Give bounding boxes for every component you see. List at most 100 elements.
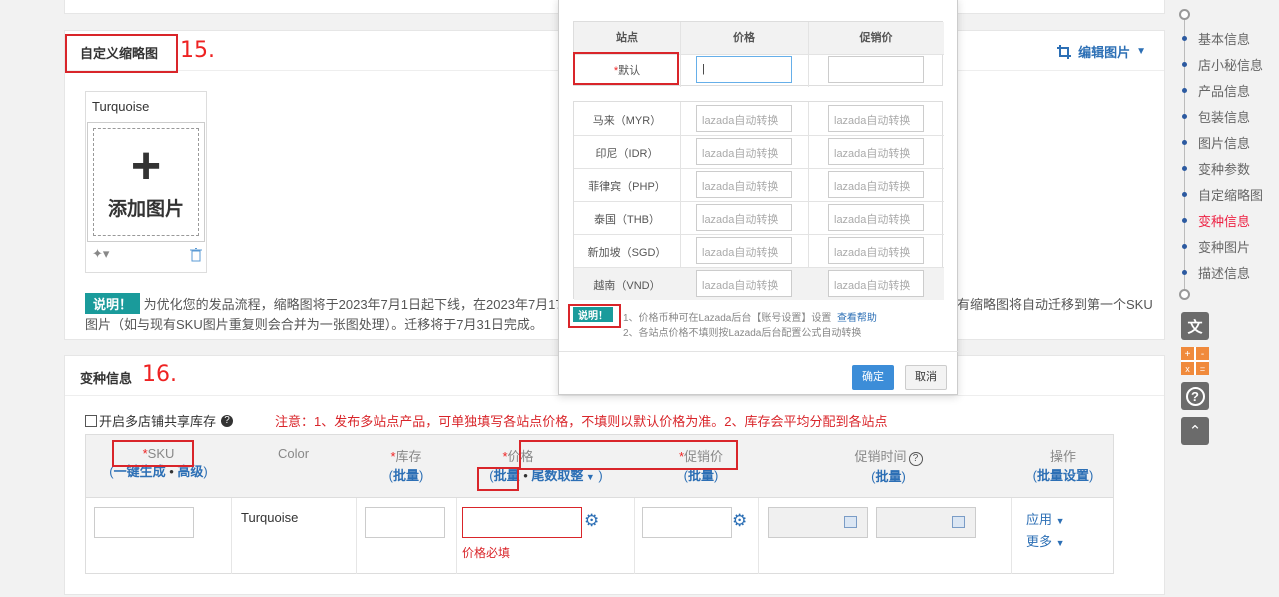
section-title: 变种信息 bbox=[80, 371, 133, 386]
nav-item[interactable]: 产品信息 bbox=[1182, 81, 1250, 100]
site-label: 泰国（THB） bbox=[594, 214, 660, 226]
note-text-left: 为优化您的发品流程，缩略图将于2023年7月1日起下线，在2023年7月17 bbox=[143, 297, 563, 312]
annotation-box bbox=[477, 467, 519, 491]
site-price-input[interactable]: lazada自动转换 bbox=[696, 138, 792, 165]
default-promo-input[interactable] bbox=[828, 56, 924, 83]
add-image-label: 添加图片 bbox=[107, 198, 184, 220]
site-label: 马来（MYR） bbox=[592, 115, 662, 127]
header-stock: *库存 (批量) bbox=[388, 449, 424, 483]
price-rounding-dropdown[interactable]: 尾数取整 bbox=[531, 468, 583, 483]
site-price-input[interactable]: lazada自动转换 bbox=[696, 105, 792, 132]
thumbnail-tile: Turquoise + 添加图片 ✦▾ bbox=[85, 91, 207, 273]
default-price-input[interactable]: | bbox=[696, 56, 792, 83]
tile-toolbar: ✦▾ bbox=[92, 246, 202, 266]
gear-icon[interactable]: ⚙ bbox=[584, 512, 599, 529]
multi-site-warning: 注意：1、发布多站点产品，可单独填写各站点价格，不填则以默认价格为准。2、库存会… bbox=[275, 414, 888, 429]
site-promo-input[interactable]: lazada自动转换 bbox=[828, 138, 924, 165]
stock-batch-link[interactable]: 批量 bbox=[393, 468, 419, 483]
annotation-box bbox=[568, 304, 621, 328]
tile-label: Turquoise bbox=[92, 99, 150, 114]
promo-time-batch-link[interactable]: 批量 bbox=[875, 469, 901, 484]
calculator-icon[interactable]: + - x = bbox=[1181, 347, 1209, 375]
add-image-button[interactable]: + 添加图片 bbox=[87, 122, 205, 242]
chevron-down-icon: ▼ bbox=[1136, 46, 1146, 57]
calendar-icon bbox=[844, 516, 857, 528]
svg-text:x: x bbox=[1185, 364, 1190, 374]
edit-image-dropdown[interactable]: 编辑图片 ▼ bbox=[1056, 42, 1146, 61]
header-operations: 操作 (批量设置) bbox=[1032, 449, 1094, 483]
scroll-to-top-icon[interactable]: ⌃ bbox=[1181, 417, 1209, 445]
chevron-down-icon: ▼ bbox=[583, 472, 595, 482]
note-tag: 说明！ bbox=[85, 293, 141, 314]
nav-top-circle bbox=[1179, 9, 1190, 20]
price-required-error: 价格必填 bbox=[462, 546, 511, 560]
svg-text:-: - bbox=[1201, 349, 1204, 360]
nav-item[interactable]: 描述信息 bbox=[1182, 263, 1250, 282]
chevron-down-icon: ▼ bbox=[1055, 538, 1065, 548]
promo-price-input[interactable] bbox=[642, 507, 732, 538]
promo-end-date[interactable] bbox=[876, 507, 976, 538]
plus-icon: + bbox=[130, 136, 162, 195]
site-promo-input[interactable]: lazada自动转换 bbox=[828, 270, 924, 297]
table-row: Turquoise ⚙ 价格必填 ⚙ 应用 ▼ 更多 ▼ bbox=[86, 498, 1113, 574]
note-text-right: 有缩略图将自动迁移到第一个SKU bbox=[957, 297, 1153, 312]
promo-batch-link[interactable]: 批量 bbox=[688, 468, 714, 483]
annotation-box bbox=[573, 52, 679, 85]
nav-item[interactable]: 变种参数 bbox=[1182, 159, 1250, 178]
translate-icon[interactable]: 文 bbox=[1181, 312, 1209, 340]
nav-item[interactable]: 图片信息 bbox=[1182, 133, 1250, 152]
site-price-input[interactable]: lazada自动转换 bbox=[696, 204, 792, 231]
help-icon[interactable]: ? bbox=[1181, 382, 1209, 410]
help-icon[interactable]: ? bbox=[221, 414, 234, 427]
col-promo: 促销价 bbox=[808, 22, 944, 54]
batch-settings-link[interactable]: 批量设置 bbox=[1037, 468, 1089, 483]
nav-item[interactable]: 自定缩略图 bbox=[1182, 185, 1263, 204]
gear-icon[interactable]: ⚙ bbox=[732, 512, 747, 529]
nav-item[interactable]: 基本信息 bbox=[1182, 29, 1250, 48]
site-label: 印尼（IDR） bbox=[595, 148, 659, 160]
site-price-input[interactable]: lazada自动转换 bbox=[696, 171, 792, 198]
site-label: 菲律宾（PHP） bbox=[588, 181, 666, 193]
multi-site-price-modal: 站点 价格 促销价 *默认 | 马来（MYR） lazada自动转换 lazad… bbox=[558, 0, 959, 395]
site-promo-input[interactable]: lazada自动转换 bbox=[828, 237, 924, 264]
migration-note-line2: 图片（如与现有SKU图片重复则会合并为一张图处理）。迁移将于7月31日完成。 bbox=[85, 317, 543, 332]
site-price-input[interactable]: lazada自动转换 bbox=[696, 270, 792, 297]
trash-icon[interactable] bbox=[190, 248, 202, 262]
modal-note-1: 1、价格币种可在Lazada后台【账号设置】设置 查看帮助 bbox=[623, 313, 877, 324]
site-label: 新加坡（SGD） bbox=[587, 247, 667, 259]
help-link[interactable]: 查看帮助 bbox=[837, 313, 877, 324]
apply-dropdown[interactable]: 应用 ▼ bbox=[1026, 509, 1065, 528]
site-price-input[interactable]: lazada自动转换 bbox=[696, 237, 792, 264]
calendar-icon bbox=[952, 516, 965, 528]
nav-item-active[interactable]: 变种信息 bbox=[1182, 211, 1250, 230]
site-promo-input[interactable]: lazada自动转换 bbox=[828, 171, 924, 198]
price-input[interactable] bbox=[462, 507, 582, 538]
confirm-button[interactable]: 确定 bbox=[852, 365, 894, 390]
header-promo-time: 促销时间? (批量) bbox=[766, 446, 1011, 485]
nav-item[interactable]: 店小秘信息 bbox=[1182, 55, 1263, 74]
share-stock-toggle[interactable]: 开启多店铺共享库存 ? bbox=[85, 411, 234, 430]
promo-start-date[interactable] bbox=[768, 507, 868, 538]
share-stock-checkbox[interactable] bbox=[85, 414, 97, 427]
nav-item[interactable]: 包装信息 bbox=[1182, 107, 1250, 126]
annotation-number: 15. bbox=[180, 38, 215, 63]
help-circle-icon[interactable]: ? bbox=[908, 452, 923, 466]
site-promo-input[interactable]: lazada自动转换 bbox=[828, 105, 924, 132]
annotation-box bbox=[519, 440, 738, 470]
header-color: Color bbox=[277, 446, 310, 461]
cancel-button[interactable]: 取消 bbox=[905, 365, 947, 390]
crop-icon bbox=[1057, 44, 1072, 59]
nav-item[interactable]: 变种图片 bbox=[1182, 237, 1250, 256]
stock-input[interactable] bbox=[365, 507, 445, 538]
share-stock-label: 开启多店铺共享库存 bbox=[99, 414, 217, 429]
site-label: 越南（VND） bbox=[593, 280, 661, 292]
col-price: 价格 bbox=[680, 22, 808, 54]
annotation-box bbox=[65, 34, 178, 73]
col-site: 站点 bbox=[574, 22, 680, 54]
site-promo-input[interactable]: lazada自动转换 bbox=[828, 204, 924, 231]
annotation-number: 16. bbox=[142, 362, 177, 387]
sku-input[interactable] bbox=[94, 507, 194, 538]
edit-image-label: 编辑图片 bbox=[1078, 45, 1131, 60]
magic-wand-icon[interactable]: ✦▾ bbox=[92, 246, 109, 262]
more-dropdown[interactable]: 更多 ▼ bbox=[1026, 531, 1065, 550]
